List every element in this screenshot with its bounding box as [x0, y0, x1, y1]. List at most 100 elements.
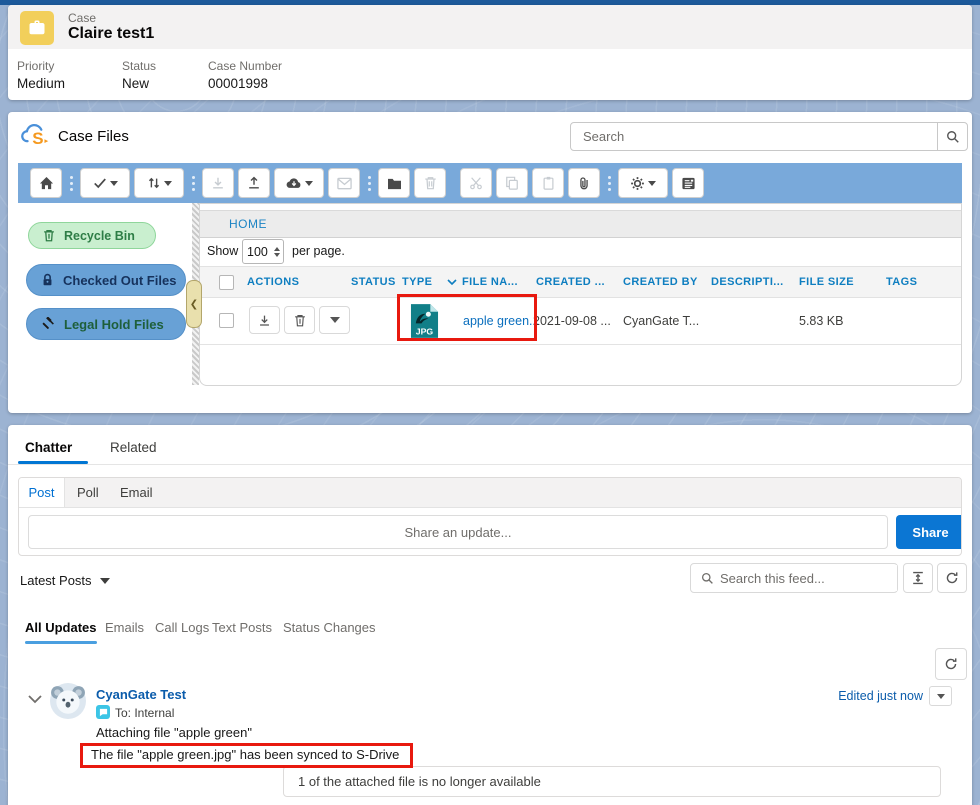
table-row: JPG apple green... 2021-09-08 ... CyanGa…: [200, 296, 961, 345]
field-value-case-number: 00001998: [208, 76, 268, 91]
entity-label: Case: [68, 11, 96, 25]
col-file-name[interactable]: FILE NA...: [462, 276, 518, 288]
case-files-card: S Case Files: [8, 112, 972, 413]
sidebar-item-legal-hold-files[interactable]: Legal Hold Files: [26, 308, 186, 340]
refresh-post-button[interactable]: [935, 648, 967, 680]
share-update-input[interactable]: [28, 515, 888, 549]
cut-button[interactable]: [460, 168, 492, 198]
cell-created: 2021-09-08 ...: [533, 314, 611, 328]
col-file-size[interactable]: FILE SIZE: [799, 276, 854, 288]
tab-chatter[interactable]: Chatter: [25, 440, 72, 455]
sort-dropdown-button[interactable]: [134, 168, 184, 198]
share-button[interactable]: Share: [896, 515, 962, 549]
cloud-download-dropdown-button[interactable]: [274, 168, 324, 198]
publisher-tab-label: Post: [28, 485, 54, 500]
post-visibility-icon: [96, 705, 110, 719]
feed-search-input[interactable]: [720, 565, 897, 591]
chevron-left-icon: ❮: [190, 299, 198, 310]
upload-icon: [247, 176, 261, 190]
col-actions[interactable]: ACTIONS: [247, 276, 299, 288]
col-status[interactable]: STATUS: [351, 276, 396, 288]
paging-show-label: Show: [207, 244, 238, 258]
attachment-unavailable-text: 1 of the attached file is no longer avai…: [284, 774, 541, 789]
stepper-arrows[interactable]: [274, 244, 283, 260]
post-body-line1: Attaching file "apple green": [96, 725, 252, 740]
feed-tab-all-updates[interactable]: All Updates: [25, 620, 97, 635]
upload-button[interactable]: [238, 168, 270, 198]
page-title: Claire test1: [68, 25, 154, 43]
home-button[interactable]: [30, 168, 62, 198]
feed-tab-emails[interactable]: Emails: [105, 620, 144, 635]
publisher-tab-post[interactable]: Post: [19, 478, 65, 507]
check-icon: [93, 176, 107, 190]
feed-sort-label: Latest Posts: [20, 573, 92, 588]
collapse-post-chevron-icon[interactable]: [28, 695, 42, 704]
tab-home[interactable]: HOME: [229, 217, 267, 231]
field-label-priority: Priority: [17, 59, 54, 73]
paging-suffix: per page.: [292, 244, 345, 258]
panel-title: Case Files: [58, 128, 129, 145]
paste-button[interactable]: [532, 168, 564, 198]
feed-sort-dropdown[interactable]: Latest Posts: [20, 572, 110, 589]
download-button[interactable]: [202, 168, 234, 198]
cut-icon: [469, 176, 483, 190]
row-download-button[interactable]: [249, 306, 280, 334]
search-icon: [946, 130, 960, 144]
cell-file-size: 5.83 KB: [799, 314, 843, 328]
sidebar-item-label: Checked Out Files: [63, 273, 176, 288]
publisher-tab-email[interactable]: Email: [120, 485, 153, 500]
col-description[interactable]: DESCRIPTI...: [711, 276, 784, 288]
feed-tab-text-posts[interactable]: Text Posts: [212, 620, 272, 635]
case-entity-icon: [20, 11, 54, 45]
search-button[interactable]: [937, 122, 968, 151]
sidebar-item-checked-out-files[interactable]: Checked Out Files: [26, 264, 186, 296]
col-created[interactable]: CREATED ...: [536, 276, 605, 288]
attach-button[interactable]: [568, 168, 600, 198]
feed-tab-call-logs[interactable]: Call Logs: [155, 620, 209, 635]
search-input[interactable]: [570, 122, 938, 151]
new-folder-button[interactable]: [378, 168, 410, 198]
row-checkbox[interactable]: [219, 313, 234, 328]
email-button[interactable]: [328, 168, 360, 198]
toolbar-separator: [604, 168, 614, 198]
tab-related[interactable]: Related: [110, 440, 157, 455]
sdrive-logo-icon: S: [20, 124, 52, 148]
row-more-actions-button[interactable]: [319, 306, 350, 334]
select-all-checkbox[interactable]: [219, 275, 234, 290]
folder-icon: [387, 177, 402, 190]
splitter-collapse-handle[interactable]: ❮: [186, 280, 202, 328]
sidebar-item-recycle-bin[interactable]: Recycle Bin: [28, 222, 156, 249]
sort-icon: [147, 176, 161, 190]
lock-icon: [41, 273, 54, 287]
collapse-posts-button[interactable]: [903, 563, 933, 593]
col-type[interactable]: TYPE: [402, 276, 432, 288]
gavel-icon: [41, 317, 55, 331]
field-value-status: New: [122, 76, 149, 91]
feed-tab-status-changes[interactable]: Status Changes: [283, 620, 376, 635]
trash-icon: [294, 314, 306, 327]
col-tags[interactable]: TAGS: [886, 276, 917, 288]
post-author-link[interactable]: CyanGate Test: [96, 687, 186, 702]
sdrive-toolbar: [18, 163, 962, 203]
caret-down-icon: [937, 694, 945, 703]
settings-dropdown-button[interactable]: [618, 168, 668, 198]
row-delete-button[interactable]: [284, 306, 315, 334]
select-dropdown-button[interactable]: [80, 168, 130, 198]
feed-tab-underline: [25, 641, 97, 644]
case-header-card: Case Claire test1 Priority Medium Status…: [8, 5, 972, 100]
post-timestamp[interactable]: Edited just now: [820, 689, 923, 703]
publisher-tab-poll[interactable]: Poll: [77, 485, 99, 500]
copy-button[interactable]: [496, 168, 528, 198]
page-size-stepper[interactable]: 100: [242, 239, 284, 264]
list-view-button[interactable]: [672, 168, 704, 198]
email-icon: [337, 177, 352, 190]
paging-row: Show 100 per page.: [200, 236, 961, 266]
col-created-by[interactable]: CREATED BY: [623, 276, 698, 288]
file-grid-area: HOME Show 100 per page. ACTIONS STATUS: [199, 203, 962, 386]
field-value-priority: Medium: [17, 76, 65, 91]
refresh-feed-button[interactable]: [937, 563, 967, 593]
avatar[interactable]: [50, 683, 86, 719]
post-actions-dropdown-button[interactable]: [929, 686, 952, 706]
delete-button[interactable]: [414, 168, 446, 198]
sidebar-item-label: Legal Hold Files: [64, 317, 164, 332]
